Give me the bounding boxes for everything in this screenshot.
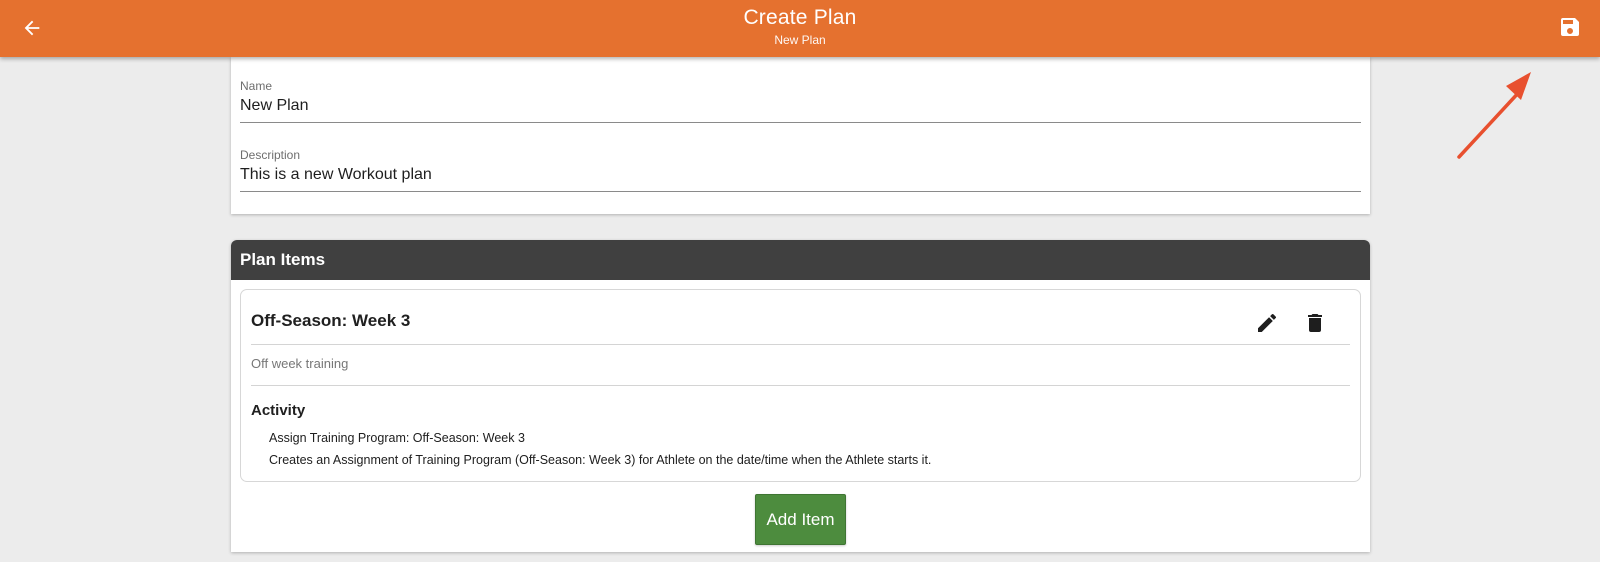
description-label: Description — [240, 148, 301, 162]
page-title: Create Plan — [743, 6, 857, 29]
name-input[interactable] — [240, 94, 1363, 122]
plan-item: Off-Season: Week 3 Off week training Act… — [240, 289, 1361, 482]
activity-line: Creates an Assignment of Training Progra… — [269, 453, 932, 467]
page-subtitle: New Plan — [774, 33, 826, 47]
pencil-icon — [1258, 313, 1277, 332]
floppy-disk-icon — [1561, 18, 1579, 36]
description-field-group: Description — [240, 148, 1363, 192]
item-divider — [251, 344, 1350, 345]
save-button[interactable] — [1551, 8, 1589, 46]
delete-item-button[interactable] — [1301, 309, 1329, 337]
name-label: Name — [240, 79, 273, 93]
plan-items-card: Plan Items Off-Season: Week 3 Off week t… — [231, 240, 1370, 552]
description-input[interactable] — [240, 163, 1363, 191]
edit-item-button[interactable] — [1253, 309, 1281, 337]
item-divider — [251, 385, 1350, 386]
app-bar: Create Plan New Plan — [0, 0, 1600, 57]
activity-line: Assign Training Program: Off-Season: Wee… — [269, 431, 525, 445]
activity-heading: Activity — [251, 402, 306, 419]
trash-icon — [1308, 314, 1322, 332]
plan-items-header: Plan Items — [231, 240, 1370, 280]
annotation-arrow — [1457, 72, 1531, 159]
plan-item-title: Off-Season: Week 3 — [251, 311, 411, 330]
add-item-button[interactable]: Add Item — [755, 494, 846, 545]
plan-item-description: Off week training — [251, 356, 349, 371]
plan-form-card: Name Description — [231, 57, 1370, 214]
name-field-group: Name — [240, 79, 1363, 123]
title-block: Create Plan New Plan — [0, 4, 1600, 48]
